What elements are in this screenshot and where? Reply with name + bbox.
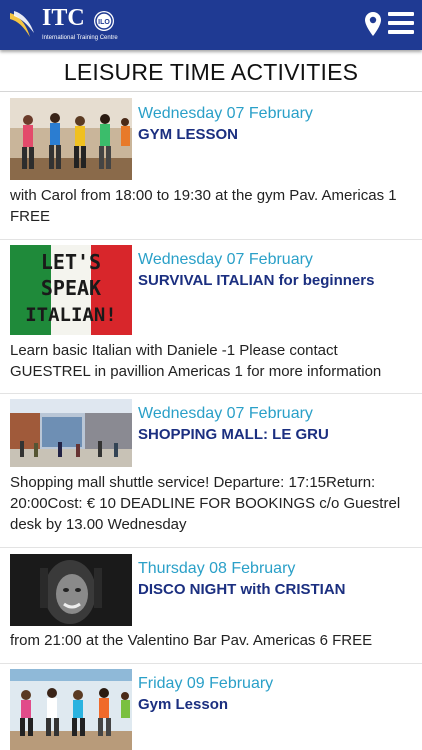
event-description: Learn basic Italian with Daniele -1 Plea… — [10, 342, 382, 380]
sign-line-2: SPEAK — [41, 276, 101, 300]
gym-class-photo — [10, 98, 132, 180]
event-title[interactable]: SHOPPING MALL: LE GRU — [138, 426, 329, 443]
event-description: with Carol from 18:00 to 19:30 at the gy… — [10, 187, 397, 225]
event-divider — [0, 239, 422, 240]
event-item[interactable]: Wednesday 07 February SHOPPING MALL: LE … — [0, 397, 422, 548]
dj-portrait-photo — [10, 554, 132, 626]
title-divider — [0, 91, 422, 92]
sign-line-1: LET'S — [41, 250, 101, 274]
event-divider — [0, 393, 422, 394]
event-description: Shopping mall shuttle service! Departure… — [10, 474, 401, 533]
sign-line-3: ITALIAN! — [25, 304, 117, 326]
event-item[interactable]: Wednesday 07 February GYM LESSON with Ca… — [0, 97, 422, 240]
lets-speak-italian-sign: LET'S SPEAK ITALIAN! — [10, 245, 132, 335]
event-date: Friday 09 February — [138, 675, 274, 692]
event-item[interactable]: Thursday 08 February DISCO NIGHT with CR… — [0, 551, 422, 664]
event-date: Wednesday 07 February — [138, 105, 313, 122]
event-date: Wednesday 07 February — [138, 405, 313, 422]
ilo-emblem-icon: ILO — [94, 11, 114, 31]
event-divider — [0, 547, 422, 548]
logo-subtitle: International Training Centre — [42, 35, 118, 41]
logo-text: ITC — [42, 5, 85, 31]
page-title: LEISURE TIME ACTIVITIES — [63, 59, 359, 85]
event-item[interactable]: Friday 09 February Gym Lesson — [0, 667, 422, 750]
app-header: ITC ILO International Training Centre — [0, 0, 422, 50]
event-title[interactable]: SURVIVAL ITALIAN for beginners — [138, 272, 374, 289]
hamburger-menu-icon[interactable] — [388, 12, 414, 34]
map-pin-icon[interactable] — [364, 11, 382, 37]
event-description: from 21:00 at the Valentino Bar Pav. Ame… — [10, 632, 373, 649]
event-title[interactable]: GYM LESSON — [138, 126, 238, 143]
event-date: Thursday 08 February — [138, 560, 296, 577]
event-date: Wednesday 07 February — [138, 251, 313, 268]
event-title[interactable]: Gym Lesson — [138, 696, 228, 713]
itc-logo[interactable]: ITC ILO International Training Centre — [8, 5, 118, 45]
svg-text:ILO: ILO — [98, 19, 110, 26]
shopping-mall-photo — [10, 399, 132, 467]
event-divider — [0, 663, 422, 664]
logo-swoosh-icon — [10, 11, 34, 37]
event-title[interactable]: DISCO NIGHT with CRISTIAN — [138, 581, 346, 598]
event-item[interactable]: LET'S SPEAK ITALIAN! Wednesday 07 Februa… — [0, 243, 422, 394]
aerobics-class-photo — [10, 669, 132, 750]
